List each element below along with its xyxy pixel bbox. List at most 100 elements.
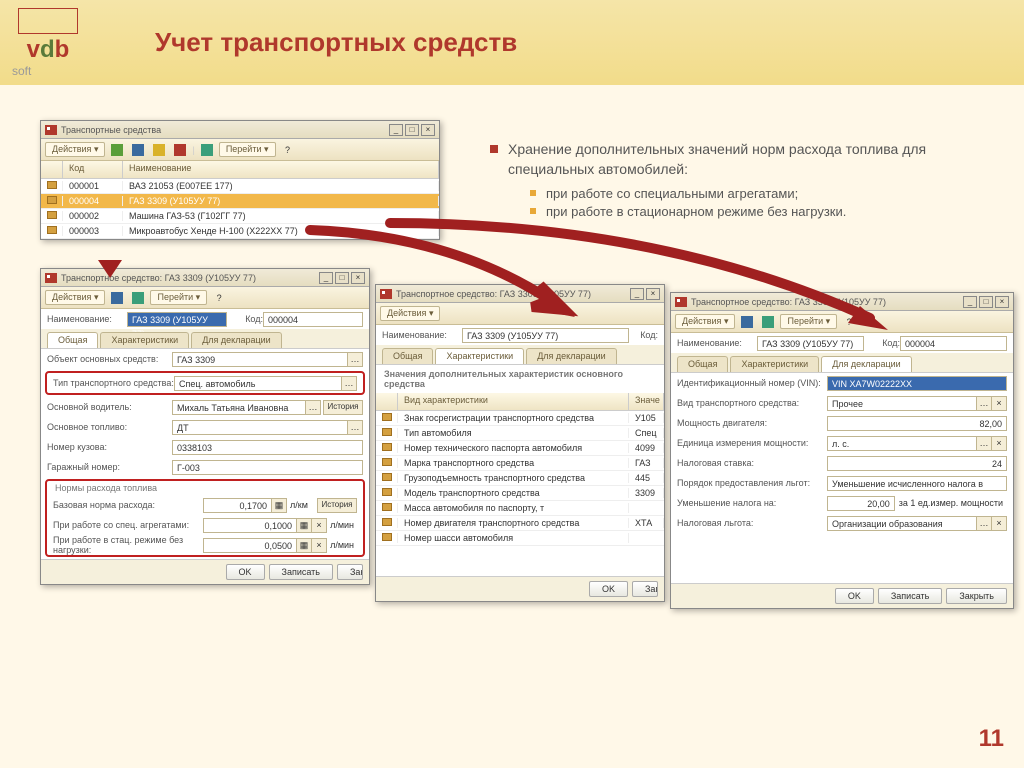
titlebar[interactable]: Транспортные средства _□× bbox=[41, 121, 439, 139]
tab-decl[interactable]: Для декларации bbox=[526, 348, 617, 364]
write-button[interactable]: Записать bbox=[269, 564, 333, 580]
add-icon[interactable] bbox=[108, 142, 126, 158]
close-form-button[interactable]: Закрыть bbox=[946, 588, 1007, 604]
delete-icon[interactable] bbox=[171, 142, 189, 158]
picker-button[interactable]: … bbox=[976, 516, 992, 531]
history-button[interactable]: История bbox=[317, 498, 357, 513]
input-type[interactable]: Прочее bbox=[827, 396, 977, 411]
close-form-button[interactable]: Закрыть bbox=[337, 564, 363, 580]
col-name[interactable]: Наименование bbox=[123, 161, 439, 178]
actions-button[interactable]: Действия ▾ bbox=[45, 142, 105, 157]
close-button[interactable]: × bbox=[351, 272, 365, 284]
close-button[interactable]: × bbox=[646, 288, 660, 300]
calc-button[interactable]: ▦ bbox=[296, 518, 312, 533]
table-row[interactable]: Номер шасси автомобиля bbox=[376, 531, 664, 546]
col-code[interactable]: Код bbox=[63, 161, 123, 178]
titlebar[interactable]: Транспортное средство: ГАЗ 3309 (У105УУ … bbox=[671, 293, 1013, 311]
titlebar[interactable]: Транспортное средство: ГАЗ 3309 (У105УУ … bbox=[376, 285, 664, 303]
table-row-selected[interactable]: 000004ГАЗ 3309 (У105УУ 77) bbox=[41, 194, 439, 209]
clear-button[interactable]: × bbox=[991, 396, 1007, 411]
input-driver[interactable]: Михаль Татьяна Ивановна bbox=[172, 400, 306, 415]
picker-button[interactable]: … bbox=[976, 396, 992, 411]
tab-general[interactable]: Общая bbox=[47, 332, 98, 348]
clear-button[interactable]: × bbox=[311, 538, 327, 553]
clear-button[interactable]: × bbox=[991, 436, 1007, 451]
ok-button[interactable]: OK bbox=[589, 581, 628, 597]
input-code[interactable]: 000004 bbox=[900, 336, 1007, 351]
input-base-rate[interactable]: 0,1700 bbox=[203, 498, 272, 513]
help-icon[interactable]: ? bbox=[279, 142, 297, 158]
input-unit[interactable]: л. с. bbox=[827, 436, 977, 451]
table-row[interactable]: Номер технического паспорта автомобиля40… bbox=[376, 441, 664, 456]
actions-button[interactable]: Действия ▾ bbox=[380, 306, 440, 321]
input-reduce[interactable]: 20,00 bbox=[827, 496, 895, 511]
clear-button[interactable]: × bbox=[991, 516, 1007, 531]
input-stat-rate[interactable]: 0,0500 bbox=[203, 538, 297, 553]
minimize-button[interactable]: _ bbox=[389, 124, 403, 136]
input-vin[interactable]: VIN XA7W02222XX bbox=[827, 376, 1007, 391]
write-button[interactable]: Записать bbox=[878, 588, 942, 604]
table-row[interactable]: Знак госрегистрации транспортного средст… bbox=[376, 411, 664, 426]
close-button[interactable]: × bbox=[995, 296, 1009, 308]
table-row[interactable]: 000002Машина ГАЗ-53 (Г102ГГ 77) bbox=[41, 209, 439, 224]
ok-button[interactable]: OK bbox=[226, 564, 265, 580]
table-row[interactable]: 000003Микроавтобус Хенде Н-100 (Х222ХХ 7… bbox=[41, 224, 439, 239]
table-row[interactable]: Масса автомобиля по паспорту, т bbox=[376, 501, 664, 516]
goto-button[interactable]: Перейти ▾ bbox=[150, 290, 207, 305]
input-rate[interactable]: 24 bbox=[827, 456, 1007, 471]
input-benefit[interactable]: Организации образования bbox=[827, 516, 977, 531]
maximize-button[interactable]: □ bbox=[979, 296, 993, 308]
input-name[interactable]: ГАЗ 3309 (У105УУ 77) bbox=[127, 312, 227, 327]
tab-decl[interactable]: Для декларации bbox=[821, 356, 912, 372]
table-row[interactable]: Марка транспортного средстваГАЗ bbox=[376, 456, 664, 471]
table-row[interactable]: Тип автомобиляСпец bbox=[376, 426, 664, 441]
edit-icon[interactable] bbox=[129, 142, 147, 158]
input-garage[interactable]: Г-003 bbox=[172, 460, 363, 475]
calc-button[interactable]: ▦ bbox=[296, 538, 312, 553]
input-object[interactable]: ГАЗ 3309 bbox=[172, 352, 348, 367]
save-icon[interactable] bbox=[738, 314, 756, 330]
goto-button[interactable]: Перейти ▾ bbox=[219, 142, 276, 157]
maximize-button[interactable]: □ bbox=[405, 124, 419, 136]
picker-button[interactable]: … bbox=[347, 352, 363, 367]
tab-decl[interactable]: Для декларации bbox=[191, 332, 282, 348]
picker-button[interactable]: … bbox=[341, 376, 357, 391]
input-name[interactable]: ГАЗ 3309 (У105УУ 77) bbox=[462, 328, 629, 343]
close-button[interactable]: × bbox=[421, 124, 435, 136]
input-name[interactable]: ГАЗ 3309 (У105УУ 77) bbox=[757, 336, 864, 351]
copy-icon[interactable] bbox=[150, 142, 168, 158]
minimize-button[interactable]: _ bbox=[630, 288, 644, 300]
help-icon[interactable]: ? bbox=[840, 314, 858, 330]
refresh-icon[interactable] bbox=[198, 142, 216, 158]
tab-chars[interactable]: Характеристики bbox=[435, 348, 524, 364]
picker-button[interactable]: … bbox=[305, 400, 321, 415]
table-row[interactable]: 000001ВАЗ 21053 (Е007ЕЕ 177) bbox=[41, 179, 439, 194]
ok-button[interactable]: OK bbox=[835, 588, 874, 604]
save-icon[interactable] bbox=[108, 290, 126, 306]
help-icon[interactable]: ? bbox=[210, 290, 228, 306]
clear-button[interactable]: × bbox=[311, 518, 327, 533]
input-fuel[interactable]: ДТ bbox=[172, 420, 348, 435]
minimize-button[interactable]: _ bbox=[963, 296, 977, 308]
picker-button[interactable]: … bbox=[347, 420, 363, 435]
tab-chars[interactable]: Характеристики bbox=[730, 356, 819, 372]
col-val[interactable]: Значе bbox=[629, 393, 664, 410]
tab-general[interactable]: Общая bbox=[677, 356, 728, 372]
refresh-icon[interactable] bbox=[129, 290, 147, 306]
table-row[interactable]: Грузоподъемность транспортного средства4… bbox=[376, 471, 664, 486]
goto-button[interactable]: Перейти ▾ bbox=[780, 314, 837, 329]
input-body[interactable]: 0338103 bbox=[172, 440, 363, 455]
minimize-button[interactable]: _ bbox=[319, 272, 333, 284]
tab-general[interactable]: Общая bbox=[382, 348, 433, 364]
input-type[interactable]: Спец. автомобиль bbox=[174, 376, 342, 391]
actions-button[interactable]: Действия ▾ bbox=[675, 314, 735, 329]
refresh-icon[interactable] bbox=[759, 314, 777, 330]
input-order[interactable]: Уменьшение исчисленного налога в процент… bbox=[827, 476, 1007, 491]
titlebar[interactable]: Транспортное средство: ГАЗ 3309 (У105УУ … bbox=[41, 269, 369, 287]
maximize-button[interactable]: □ bbox=[335, 272, 349, 284]
write-button[interactable]: Записать bbox=[632, 581, 658, 597]
table-row[interactable]: Номер двигателя транспортного средстваХТ… bbox=[376, 516, 664, 531]
history-button[interactable]: История bbox=[323, 400, 363, 415]
actions-button[interactable]: Действия ▾ bbox=[45, 290, 105, 305]
tab-chars[interactable]: Характеристики bbox=[100, 332, 189, 348]
